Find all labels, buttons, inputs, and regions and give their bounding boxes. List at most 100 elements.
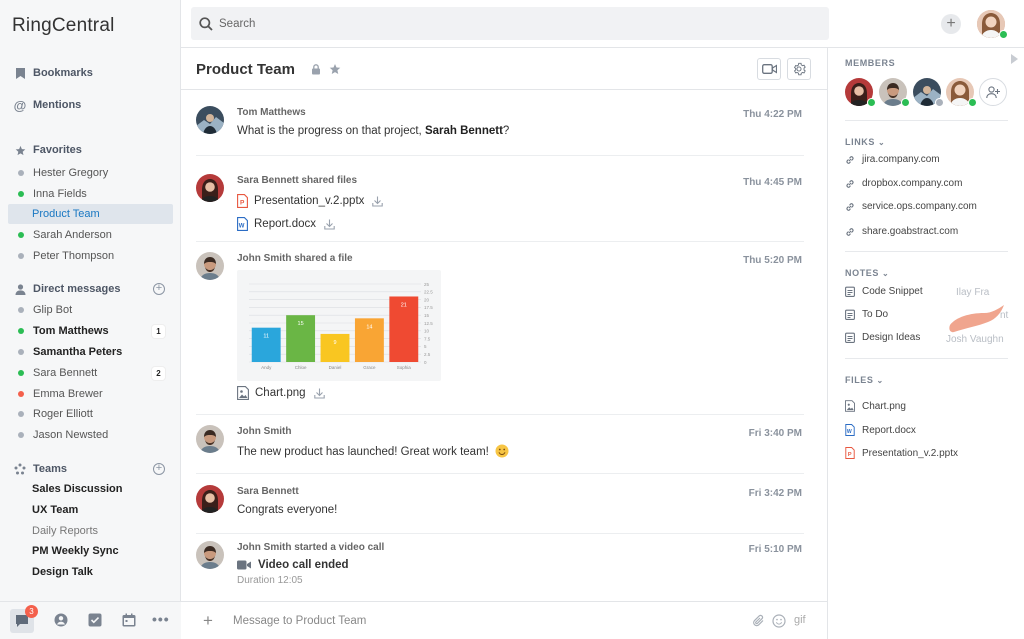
sidebar-item-pm-weekly-sync[interactable]: PM Weekly Sync xyxy=(8,541,173,561)
link-label: service.ops.company.com xyxy=(862,201,977,212)
note-item[interactable]: Code Snippet xyxy=(845,286,923,297)
avatar[interactable] xyxy=(196,106,224,134)
section-teams-header[interactable]: Teams + xyxy=(8,459,173,479)
sidebar-item-design-talk[interactable]: Design Talk xyxy=(8,562,173,582)
note-label: Code Snippet xyxy=(862,286,923,297)
sidebar-item-label: Inna Fields xyxy=(33,188,87,200)
chart-ytick-label: 20 xyxy=(424,297,430,302)
video-call-button[interactable] xyxy=(757,58,781,80)
sidebar-item-bookmarks[interactable]: Bookmarks xyxy=(8,63,173,83)
link-icon xyxy=(846,179,854,188)
avatar[interactable] xyxy=(196,485,224,513)
presence-dot xyxy=(18,432,24,438)
lock-icon[interactable] xyxy=(310,63,322,75)
sidebar-item-roger-elliott[interactable]: Roger Elliott xyxy=(8,404,173,424)
note-item[interactable]: To Do xyxy=(845,309,888,320)
chevron-down-icon: ⌄ xyxy=(876,376,884,385)
add-attachment-button[interactable]: + xyxy=(203,611,213,631)
avatar[interactable] xyxy=(196,174,224,202)
collapse-panel-icon[interactable] xyxy=(1011,54,1018,64)
link-label: dropbox.company.com xyxy=(862,178,963,189)
chart-image-preview[interactable]: 0 2.5 5 7.5 10 12.5 15 17.5 20 22.5 25 11 Andy 15 Chlo… xyxy=(237,270,441,381)
tasks-icon[interactable] xyxy=(88,613,102,627)
members-title: MEMBERS xyxy=(845,58,896,68)
message-input[interactable]: Message to Product Team xyxy=(233,615,366,627)
file-item[interactable]: W Report.docx xyxy=(845,424,916,436)
file-item[interactable]: P Presentation_v.2.pptx xyxy=(845,447,958,459)
link-label: jira.company.com xyxy=(862,154,940,165)
download-icon[interactable] xyxy=(324,219,335,230)
file-attachment[interactable]: W Report.docx xyxy=(237,217,335,231)
avatar[interactable] xyxy=(196,252,224,280)
sidebar-item-glip-bot[interactable]: Glip Bot xyxy=(8,300,173,320)
add-team-button[interactable]: + xyxy=(153,463,165,475)
add-member-button[interactable] xyxy=(979,78,1007,106)
note-item[interactable]: Design Ideas xyxy=(845,332,920,343)
message-sender[interactable]: Tom Matthews xyxy=(237,107,306,118)
links-title[interactable]: LINKS ⌄ xyxy=(845,137,885,147)
message-sender[interactable]: Sara Bennett shared files xyxy=(237,175,357,186)
note-icon xyxy=(845,332,855,343)
settings-button[interactable] xyxy=(787,58,811,80)
presence-dot xyxy=(901,98,910,107)
new-action-button[interactable]: + xyxy=(941,14,961,34)
svg-text:W: W xyxy=(239,224,245,230)
mention[interactable]: Sarah Bennett xyxy=(425,125,503,137)
calendar-icon[interactable] xyxy=(122,613,136,627)
conversation-title: Product Team xyxy=(196,61,295,78)
sidebar-item-daily-reports[interactable]: Daily Reports xyxy=(8,521,173,541)
contacts-icon[interactable] xyxy=(54,613,68,627)
more-icon[interactable]: ••• xyxy=(152,611,170,627)
sidebar-item-tom-matthews[interactable]: Tom Matthews 1 xyxy=(8,321,173,341)
file-item[interactable]: Chart.png xyxy=(845,400,906,412)
note-label: Design Ideas xyxy=(862,332,921,343)
sidebar-item-sales-discussion[interactable]: Sales Discussion xyxy=(8,479,173,499)
message-sender[interactable]: John Smith shared a file xyxy=(237,253,353,264)
message-timestamp: Fri 5:10 PM xyxy=(748,544,802,555)
add-person-icon xyxy=(986,85,1000,98)
link-item[interactable]: jira.company.com xyxy=(845,154,940,165)
message-sender[interactable]: Sara Bennett xyxy=(237,486,299,497)
notes-title[interactable]: NOTES ⌄ xyxy=(845,268,889,278)
sidebar-item-label: Sales Discussion xyxy=(32,483,123,495)
sidebar-item-jason-newsted[interactable]: Jason Newsted xyxy=(8,425,173,445)
message-item: John Smith started a video call Fri 5:10… xyxy=(196,541,804,596)
download-icon[interactable] xyxy=(372,196,384,207)
file-attachment[interactable]: P Presentation_v.2.pptx xyxy=(237,194,384,208)
link-item[interactable]: service.ops.company.com xyxy=(845,201,977,212)
paperclip-icon[interactable] xyxy=(752,614,766,628)
sidebar-item-sara-bennett[interactable]: Sara Bennett 2 xyxy=(8,363,173,383)
section-favorites-header[interactable]: Favorites xyxy=(8,140,173,160)
presence-dot xyxy=(18,370,24,376)
file-name: Presentation_v.2.pptx xyxy=(862,447,958,459)
link-item[interactable]: dropbox.company.com xyxy=(845,178,962,189)
file-attachment[interactable]: Chart.png xyxy=(237,386,325,400)
avatar[interactable] xyxy=(196,541,224,569)
sidebar-item-label: Peter Thompson xyxy=(33,250,115,262)
sidebar-item-samantha-peters[interactable]: Samantha Peters xyxy=(8,342,173,362)
section-direct-messages-header[interactable]: Direct messages + xyxy=(8,279,173,299)
message-item: John Smith shared a file Thu 5:20 PM 0 2.… xyxy=(196,252,804,415)
add-direct-message-button[interactable]: + xyxy=(153,283,165,295)
sidebar-item-sarah-anderson[interactable]: Sarah Anderson xyxy=(8,225,173,245)
files-title[interactable]: FILES ⌄ xyxy=(845,375,884,385)
message-sender[interactable]: John Smith started a video call xyxy=(237,542,384,553)
sidebar-item-mentions[interactable]: @ Mentions xyxy=(8,95,173,115)
emoji-icon[interactable] xyxy=(772,614,786,628)
smile-emoji-icon xyxy=(495,444,509,458)
message-sender[interactable]: John Smith xyxy=(237,426,291,437)
sidebar-item-product-team[interactable]: Product Team xyxy=(8,204,173,224)
presence-dot xyxy=(18,411,24,417)
sidebar-item-emma-brewer[interactable]: Emma Brewer xyxy=(8,384,173,404)
sidebar-item-peter-thompson[interactable]: Peter Thompson xyxy=(8,246,173,266)
gif-button[interactable]: gif xyxy=(794,614,806,626)
download-icon[interactable] xyxy=(313,388,325,399)
chart-category-label: Chloe xyxy=(295,365,307,370)
search-input[interactable]: Search xyxy=(191,7,829,40)
link-item[interactable]: share.goabstract.com xyxy=(845,226,958,237)
avatar[interactable] xyxy=(196,425,224,453)
sidebar-item-ux-team[interactable]: UX Team xyxy=(8,500,173,520)
star-icon[interactable] xyxy=(329,63,341,75)
sidebar-item-inna-fields[interactable]: Inna Fields xyxy=(8,184,173,204)
sidebar-item-hester-gregory[interactable]: Hester Gregory xyxy=(8,163,173,183)
